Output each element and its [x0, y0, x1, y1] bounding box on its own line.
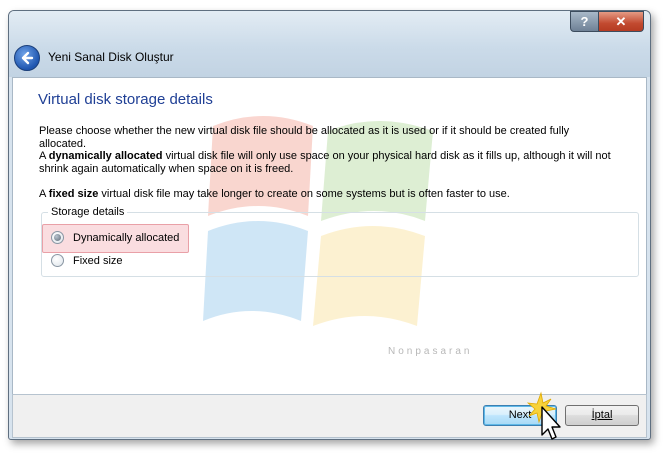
fixed-desc-rest: virtual disk file may take longer to cre…: [98, 188, 510, 200]
dynamically-allocated-option[interactable]: Dynamically allocated: [51, 231, 179, 244]
page-heading: Virtual disk storage details: [38, 91, 213, 108]
dynamic-desc-prefix: A: [39, 150, 49, 162]
storage-details-legend: Storage details: [48, 206, 128, 218]
window-title: Yeni Sanal Disk Oluştur: [48, 50, 174, 64]
fixed-size-label[interactable]: Fixed size: [73, 255, 123, 267]
help-button[interactable]: ?: [570, 11, 599, 32]
fixed-size-radio[interactable]: [51, 254, 64, 267]
fixed-desc-prefix: A: [39, 188, 49, 200]
watermark-text: Nonpasaran: [388, 346, 473, 357]
fixed-size-option[interactable]: Fixed size: [51, 254, 123, 267]
wizard-content: Nonpasaran Virtual disk storage details …: [12, 77, 647, 395]
cancel-label: İptal: [591, 409, 613, 421]
intro-text: Please choose whether the new virtual di…: [39, 125, 570, 150]
dynamically-allocated-label[interactable]: Dynamically allocated: [73, 232, 179, 244]
fixed-desc-bold: fixed size: [48, 188, 99, 200]
mouse-cursor-icon: [527, 391, 561, 440]
fixed-description: A fixed size virtual disk file may take …: [39, 188, 619, 201]
dynamically-allocated-radio[interactable]: [51, 231, 64, 244]
wizard-window: ? ✕ Yeni Sanal Disk Oluştur Nonpasaran V…: [8, 10, 651, 440]
dynamic-description: A dynamically allocated virtual disk fil…: [39, 150, 619, 176]
window-controls: ? ✕: [570, 11, 644, 32]
cancel-button[interactable]: İptal: [565, 405, 639, 426]
back-button[interactable]: [14, 45, 40, 71]
back-arrow-icon: [21, 51, 34, 65]
title-bar: ? ✕ Yeni Sanal Disk Oluştur: [9, 11, 650, 77]
dynamic-desc-bold: dynamically allocated: [48, 150, 163, 162]
close-button[interactable]: ✕: [599, 11, 644, 32]
